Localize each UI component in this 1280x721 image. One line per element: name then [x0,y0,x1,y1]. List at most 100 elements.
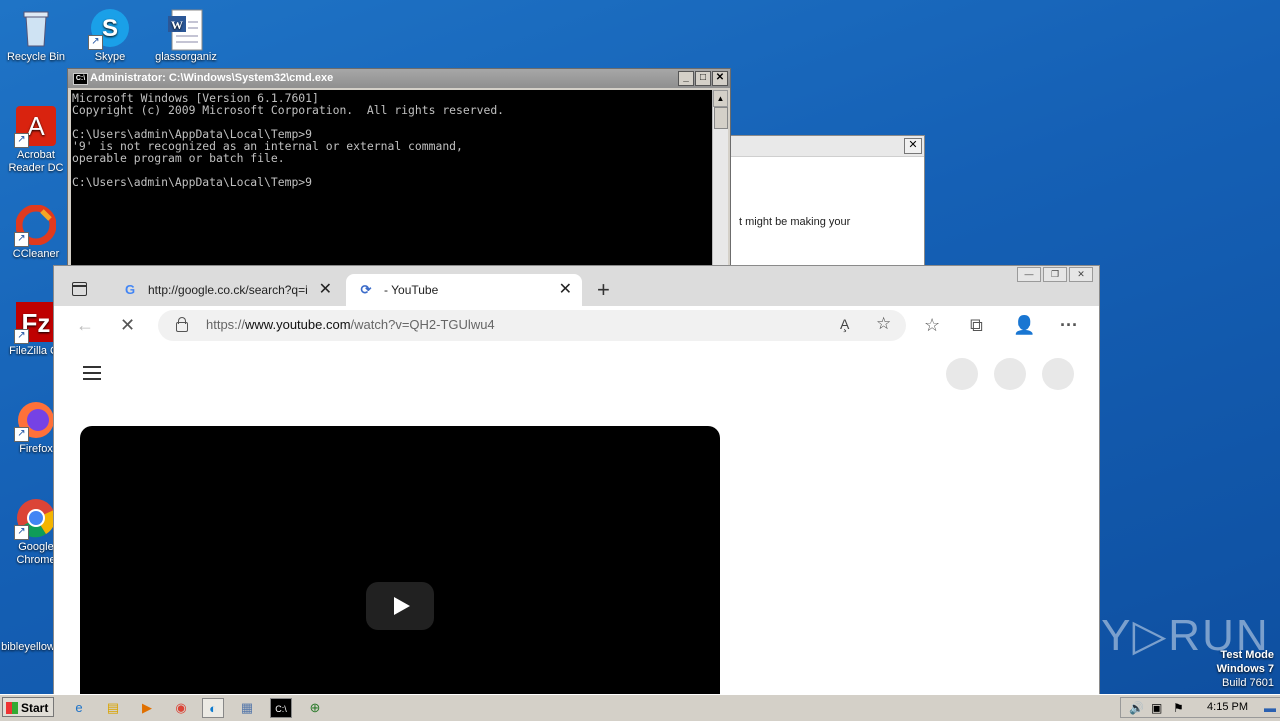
more-menu-icon[interactable]: ··· [1060,315,1078,335]
maximize-button[interactable]: □ [695,71,711,86]
dialog-close-button[interactable]: ✕ [904,138,922,154]
cmd-icon: C:\ [73,73,88,85]
system-tray: 🔊 ▣ ⚑ 4:15 PM ▬ [1120,697,1280,718]
tab-title: http://google.co.ck/search?q=i [148,283,308,297]
favorites-icon[interactable]: ☆ [924,315,940,335]
loading-spinner-icon: ⟳ [360,282,372,297]
media-player-icon[interactable]: ▶ [136,698,158,718]
tab-strip: G http://google.co.ck/search?q=i ✕ ⟳ - Y… [54,266,1099,306]
edge-browser-window: G http://google.co.ck/search?q=i ✕ ⟳ - Y… [53,265,1100,695]
back-button[interactable]: ← [76,315,94,335]
svg-text:W: W [171,18,183,32]
scroll-thumb[interactable] [714,107,728,129]
console-line: Copyright (c) 2009 Microsoft Corporation… [72,103,505,117]
explorer-icon[interactable]: ▤ [102,698,124,718]
google-favicon-icon: G [124,282,136,297]
desktop-icon-label: Google Chrome [16,541,56,566]
minimize-button[interactable]: _ [678,71,694,86]
ie-icon[interactable]: e [68,698,90,718]
dialog-titlebar[interactable] [727,136,924,157]
firefox-icon: ↗ [14,400,56,442]
cmd-title: Administrator: C:\Windows\System32\cmd.e… [90,72,334,84]
cmd-taskbar-icon[interactable]: C:\ [270,698,292,718]
console-line: operable program or batch file. [72,151,285,165]
chrome-icon: ↗ [14,498,56,540]
tab-title: - YouTube [384,283,439,297]
close-button[interactable]: ✕ [1069,267,1093,282]
network-tray-icon[interactable]: ▣ [1151,701,1162,715]
play-button-icon[interactable] [366,582,434,630]
volume-icon[interactable]: 🔊 [1129,701,1144,715]
close-button[interactable]: ✕ [712,71,728,86]
edge-icon[interactable]: ◐ [202,698,224,718]
tab-actions-icon[interactable] [72,282,87,296]
restore-button[interactable]: ❐ [1043,267,1067,282]
dialog-text: t might be making your [739,216,851,228]
stop-loading-button[interactable]: ✕ [120,315,135,335]
acrobat-icon: A ↗ [14,106,56,148]
network-icon[interactable]: ⊕ [304,698,326,718]
flag-icon[interactable]: ⚑ [1173,701,1184,715]
placeholder-button[interactable] [994,358,1026,390]
placeholder-button[interactable] [946,358,978,390]
chrome-icon[interactable]: ◉ [170,698,192,718]
skype-icon: S ↗ [88,8,130,50]
svg-text:A: A [27,111,45,141]
desktop-icon-label: glassorganiz [155,51,217,63]
scroll-up-icon[interactable]: ▲ [713,90,728,107]
video-player[interactable] [80,426,720,694]
desktop-icon-label: Acrobat Reader DC [8,149,64,174]
shortcut-arrow-icon: ↗ [14,133,29,148]
desktop-icon-ccleaner[interactable]: ↗ CCleaner [0,204,72,261]
cmd-scrollbar[interactable]: ▲ [712,90,728,267]
shortcut-arrow-icon: ↗ [14,427,29,442]
minimize-button[interactable]: — [1017,267,1041,282]
desktop-icon-label: CCleaner [12,248,60,260]
ccleaner-icon: ↗ [14,204,57,247]
test-mode-notice: Test Mode Windows 7 Build 7601 [1216,649,1274,689]
tab-youtube[interactable]: ⟳ - YouTube ✕ [346,274,582,306]
collections-icon[interactable]: ⧉ [970,315,983,335]
taskbar: Start e ▤ ▶ ◉ ◐ ▦ C:\ ⊕ 🔊 ▣ ⚑ 4:15 PM ▬ [0,694,1280,721]
shortcut-arrow-icon: ↗ [14,232,29,247]
lock-icon [176,317,188,332]
recycle-bin-icon [16,8,56,48]
notepad-icon[interactable]: ▦ [236,698,258,718]
cmd-window: C:\ Administrator: C:\Windows\System32\c… [67,68,731,269]
tab-close-icon[interactable]: ✕ [319,274,332,306]
desktop-icon-label: Skype [94,51,126,63]
browser-toolbar: ← ✕ https://www.youtube.com/watch?v=QH2-… [54,306,1099,347]
windows-logo-icon [6,702,18,714]
tab-google-search[interactable]: G http://google.co.ck/search?q=i ✕ [110,274,342,306]
console-line: C:\Users\admin\AppData\Local\Temp>9 [72,175,313,189]
svg-text:S: S [102,15,118,42]
clock[interactable]: 4:15 PM [1207,701,1248,713]
hamburger-menu-icon[interactable] [83,366,101,384]
profile-icon[interactable]: 👤 [1013,315,1035,335]
desktop-icon-word-doc[interactable]: W glassorganiz [150,8,222,64]
desktop-icon-skype[interactable]: S ↗ Skype [74,8,146,64]
new-tab-button[interactable]: + [597,279,610,301]
add-favorite-icon[interactable]: ☆ [876,314,891,334]
shortcut-arrow-icon: ↗ [88,35,103,50]
cmd-titlebar[interactable]: C:\ Administrator: C:\Windows\System32\c… [68,69,730,88]
desktop-icon-label: bibleyellow [1,641,55,653]
desktop-icon-recycle-bin[interactable]: Recycle Bin [0,8,72,64]
desktop-icon-label: Recycle Bin [6,51,66,63]
tab-close-icon[interactable]: ✕ [559,274,572,306]
start-button[interactable]: Start [2,697,54,717]
file-icon [8,600,48,638]
filezilla-icon: Fz ↗ [14,302,56,344]
show-desktop-icon[interactable]: ▬ [1264,701,1276,715]
address-bar[interactable]: https://www.youtube.com/watch?v=QH2-TGUl… [158,310,906,341]
url-text[interactable]: https://www.youtube.com/watch?v=QH2-TGUl… [206,317,495,332]
word-document-icon: W [166,8,206,51]
placeholder-button[interactable] [1042,358,1074,390]
desktop-icon-label: Firefox [19,443,53,455]
shortcut-arrow-icon: ↗ [14,525,29,540]
console-output[interactable]: Microsoft Windows [Version 6.1.7601] Copy… [71,90,714,269]
desktop-icon-acrobat[interactable]: A ↗ Acrobat Reader DC [0,106,72,175]
read-aloud-icon[interactable]: A̧ [840,316,849,332]
background-dialog: ✕ t might be making your [726,135,925,267]
page-content [54,346,1099,694]
